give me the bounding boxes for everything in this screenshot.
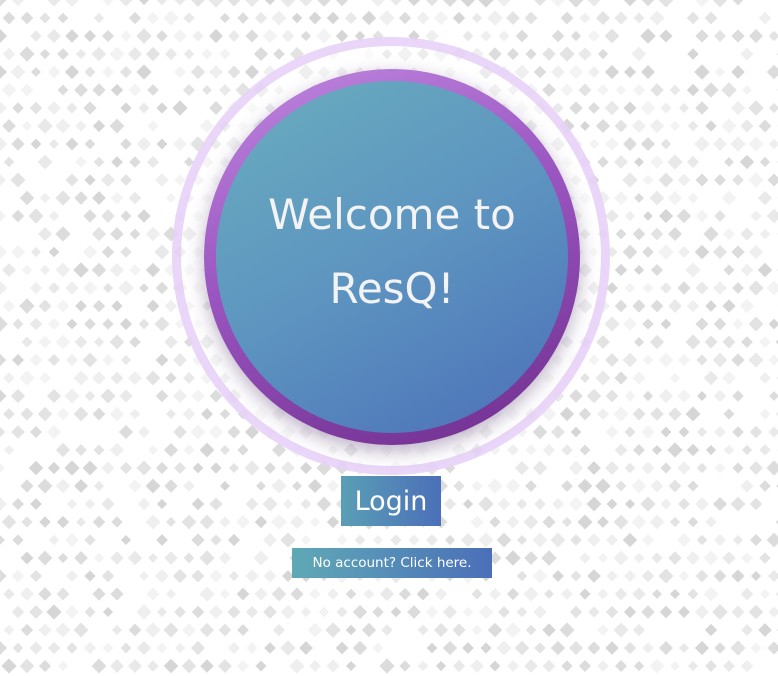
signup-link[interactable]: No account? Click here.: [292, 548, 492, 578]
hero-circle: Welcome to ResQ!: [216, 81, 568, 433]
login-button[interactable]: Login: [341, 476, 441, 526]
welcome-line-1: Welcome to: [268, 190, 516, 239]
welcome-heading: Welcome to ResQ!: [242, 178, 542, 326]
welcome-line-2: ResQ!: [329, 264, 455, 313]
